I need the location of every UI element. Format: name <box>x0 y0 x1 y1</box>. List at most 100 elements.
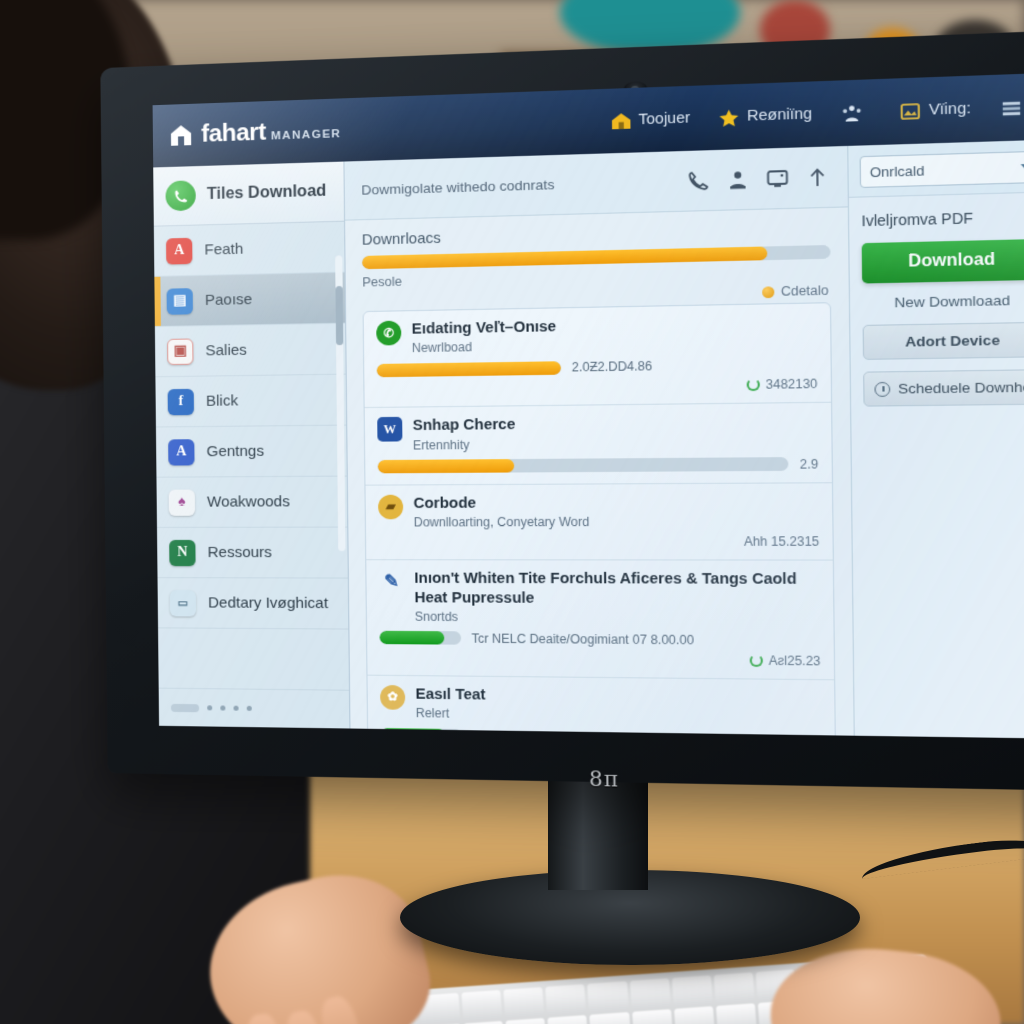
download-item-header: ✎ Inıon't Whiten Tite Forchuls Aficeres … <box>379 570 820 627</box>
download-item-status: 3482130 <box>377 377 818 397</box>
clock-icon <box>874 381 891 397</box>
sidebar-item-label: Salies <box>205 341 247 360</box>
key[interactable] <box>547 1014 589 1024</box>
content-area: Tiles Download A Feath ▤ Paoıse ▣ Salies… <box>153 139 1024 739</box>
download-item[interactable]: ▰ Corbode Downlloarting, Conyetary Word … <box>365 483 833 561</box>
contact-icon[interactable] <box>726 167 750 191</box>
download-item-header: W Snhap Cherce Ertennhity <box>377 413 818 453</box>
monitor: 8π fahart MANAGER Toojuer Reøniïng Vïing… <box>100 28 1024 792</box>
schedule-download-label: Scheduele Downhorec <box>898 378 1024 397</box>
download-item[interactable]: W Snhap Cherce Ertennhity 2.9 <box>364 403 832 486</box>
download-item[interactable]: ✆ Eıdating Veľt–Onıse Newrlboad 2.0Ƶ2.DD… <box>363 303 832 409</box>
download-item-progress-row: 2.0Ƶ2.DD4.86 <box>376 357 818 378</box>
download-type-select[interactable]: Onrlcald <box>859 150 1024 189</box>
key[interactable] <box>629 978 671 1009</box>
key[interactable] <box>587 981 629 1012</box>
pen-sparkle-icon: ✎ <box>383 571 399 592</box>
word-doc-icon: W <box>377 417 403 443</box>
sidebar-item-ressours[interactable]: N Ressours <box>157 527 348 579</box>
acrobat-tile-icon: A <box>166 237 193 265</box>
key[interactable] <box>505 1017 547 1024</box>
sidebar-item-label: Gentngs <box>206 442 265 461</box>
schedule-download-button[interactable]: Scheduele Downhorec <box>863 369 1024 407</box>
new-download-link[interactable]: New Dowmloaad <box>862 292 1024 311</box>
download-button[interactable]: Download <box>861 238 1024 284</box>
key[interactable] <box>631 1008 673 1024</box>
download-item-progress-row: 2.9 <box>377 457 818 474</box>
monitor-icon[interactable] <box>765 166 790 190</box>
download-item-meta: 2.0Ƶ2.DD4.86 <box>571 359 653 375</box>
footer-dot <box>220 705 226 711</box>
key[interactable] <box>589 1011 631 1024</box>
app-brand: fahart MANAGER <box>169 116 342 150</box>
download-item[interactable]: ✎ Inıon't Whiten Tite Forchuls Aficeres … <box>366 560 835 681</box>
key[interactable] <box>713 972 755 1003</box>
upload-icon[interactable] <box>805 165 830 189</box>
badge-tile-icon: ♠ <box>168 489 196 516</box>
select-value: Onrlcald <box>869 162 925 180</box>
details-link-label: Cdetalo <box>780 283 829 299</box>
download-item[interactable]: ✿ Easıl Teat Relert <box>367 676 835 736</box>
nav-item-viing[interactable]: Vïing: <box>890 94 980 126</box>
download-progress-bar <box>379 631 462 646</box>
download-item-header: ✆ Eıdating Veľt–Onıse Newrlboad <box>376 313 817 356</box>
titlebar-spacer <box>352 122 592 130</box>
sidebar-item-list: A Feath ▤ Paoıse ▣ Salies f Blick A Gent… <box>153 221 349 690</box>
lock-tile-icon: ▭ <box>169 589 197 617</box>
nav-item-list[interactable] <box>991 92 1024 123</box>
people-icon <box>841 102 862 123</box>
download-item-sub: Newrlboad <box>411 340 473 356</box>
key[interactable] <box>503 987 545 1018</box>
key[interactable] <box>463 1020 505 1024</box>
photo-scene: 8π fahart MANAGER Toojuer Reøniïng Vïing… <box>0 0 1024 1024</box>
download-item-name: Eıdating Veľt–Onıse <box>411 318 557 338</box>
spinner-icon <box>746 378 761 392</box>
sidebar-item-gentngs[interactable]: A Gentngs <box>155 425 347 478</box>
key[interactable] <box>671 975 713 1006</box>
brand-suffix: MANAGER <box>270 127 342 143</box>
sidebar-item-woakwoods[interactable]: ♠ Woakwoods <box>156 476 348 528</box>
download-item-header: ▰ Corbode Downlloarting, Conyetary Word <box>378 493 819 530</box>
briefcase-icon: ▰ <box>378 494 404 520</box>
folder-tile-icon: ▤ <box>166 287 193 315</box>
sidebar-item-label: Woakwoods <box>206 493 290 511</box>
download-item-status-text: 3482130 <box>765 376 818 393</box>
sidebar-item-blick[interactable]: f Blick <box>155 374 347 428</box>
nav-item-people[interactable] <box>832 98 879 128</box>
nav-label: Reøniïng <box>747 105 813 125</box>
sidebar-item-dedtary[interactable]: ▭ Dedtary Ivøghicat <box>157 578 349 630</box>
download-item-header: ✿ Easıl Teat Relert <box>380 684 821 726</box>
sidebar-item-label: Paoıse <box>204 290 253 310</box>
overall-progress-fill <box>361 246 768 270</box>
download-item-meta: Ƭa 6I240 Deuite. Cogılmizaılty 62.021100 <box>473 729 709 736</box>
download-progress-bar <box>376 361 562 378</box>
footer-dot <box>233 705 239 711</box>
key[interactable] <box>461 990 503 1021</box>
excel-tile-icon: N <box>169 539 196 566</box>
image-icon <box>899 100 921 121</box>
right-panel-body: Ivleljromva PDF Download New Dowmloaad A… <box>848 191 1024 739</box>
sidebar-header[interactable]: Tiles Download <box>153 161 345 227</box>
phone-circle-icon: ✆ <box>376 320 402 346</box>
download-progress-fill <box>376 361 562 378</box>
sidebar-item-label: Blick <box>205 392 239 410</box>
app-tile-icon: A <box>168 438 195 466</box>
phone-icon[interactable] <box>686 169 710 193</box>
right-panel-top: Onrlcald <box>848 140 1024 197</box>
sidebar-header-label: Tiles Download <box>206 182 327 204</box>
key[interactable] <box>715 1002 757 1024</box>
adopt-device-button[interactable]: Adort Device <box>862 321 1024 360</box>
sidebar-item-salies[interactable]: ▣ Salies <box>154 323 346 378</box>
sidebar-item-feath[interactable]: A Feath <box>153 221 345 277</box>
downloads-section: Downrloacs Pesole Cdetalo ✆ Eıdating Veľ… <box>345 207 854 736</box>
download-item-progress-row: Ƭa 6I240 Deuite. Cogılmizaılty 62.021100 <box>380 727 821 736</box>
sidebar-item-paoise[interactable]: ▤ Paoıse <box>154 272 346 328</box>
nav-item-reoniing[interactable]: Reøniïng <box>710 100 822 132</box>
main-toolbar-text: Dowmigolate withedo codnrats <box>361 176 555 198</box>
nav-item-toojuer[interactable]: Toojuer <box>602 104 699 135</box>
key[interactable] <box>673 1005 715 1024</box>
nav-label: Toojuer <box>638 109 691 129</box>
download-item-status-text: Aƨl25.23 <box>768 653 821 669</box>
key[interactable] <box>545 984 587 1015</box>
download-progress-fill <box>377 459 515 474</box>
